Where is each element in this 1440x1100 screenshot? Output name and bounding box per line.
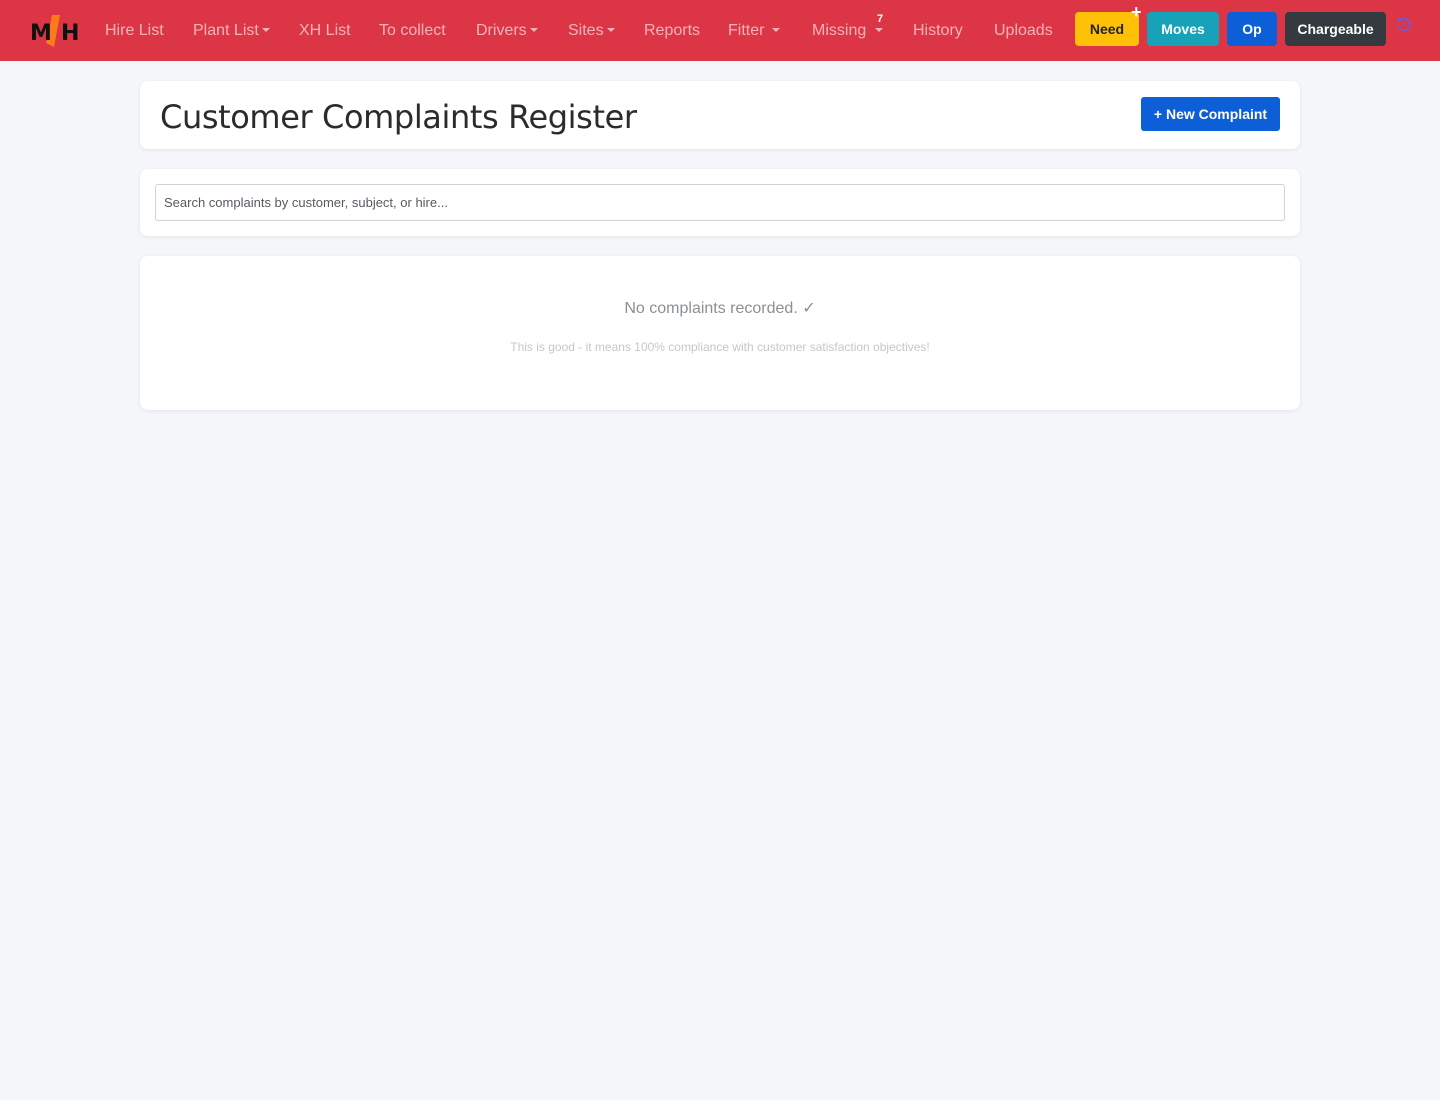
nav-to-collect-label: To collect: [379, 22, 446, 39]
missing-count-badge: 7: [877, 13, 884, 25]
moves-button[interactable]: Moves: [1147, 12, 1219, 46]
search-card: [140, 169, 1300, 236]
top-navbar: M H Hire List Plant List XH List To coll…: [0, 0, 1440, 61]
nav-reports-label: Reports: [644, 22, 701, 39]
nav-xh-list[interactable]: XH List: [299, 19, 351, 43]
nav-plant-list-label: Plant List: [193, 22, 259, 39]
empty-state-subtitle: This is good - it means 100% compliance …: [510, 340, 930, 354]
new-complaint-button[interactable]: + New Complaint: [1141, 97, 1280, 131]
svg-text:M: M: [30, 21, 52, 46]
nav-drivers[interactable]: Drivers: [476, 19, 538, 43]
nav-fitter-label: Fitter: [728, 22, 765, 39]
plus-icon[interactable]: +: [1131, 3, 1142, 21]
nav-plant-list[interactable]: Plant List: [193, 19, 270, 43]
nav-history-label: History: [913, 22, 963, 39]
caret-down-icon: [261, 28, 270, 32]
op-button[interactable]: Op: [1227, 12, 1277, 46]
caret-down-icon: [606, 28, 615, 32]
nav-drivers-label: Drivers: [476, 22, 527, 39]
nav-history[interactable]: History: [913, 19, 963, 43]
header-card: Customer Complaints Register + New Compl…: [140, 81, 1300, 149]
search-input[interactable]: [155, 184, 1285, 221]
nav-sites[interactable]: Sites: [568, 19, 615, 43]
nav-sites-label: Sites: [568, 22, 604, 39]
chargeable-button[interactable]: Chargeable: [1285, 12, 1386, 46]
svg-text:H: H: [61, 21, 79, 46]
nav-hire-list[interactable]: Hire List: [105, 19, 164, 43]
nav-missing-label: Missing: [812, 22, 867, 39]
caret-down-icon: [529, 28, 538, 32]
nav-missing[interactable]: Missing: [812, 19, 884, 43]
nav-uploads[interactable]: Uploads: [994, 19, 1053, 43]
nav-fitter[interactable]: Fitter: [728, 19, 781, 43]
nav-xh-list-label: XH List: [299, 22, 351, 39]
need-button[interactable]: Need: [1075, 12, 1139, 46]
complaints-list-card: No complaints recorded. ✓ This is good -…: [140, 256, 1300, 410]
caret-down-icon: [875, 28, 884, 32]
nav-to-collect[interactable]: To collect: [379, 19, 446, 43]
empty-state-title: No complaints recorded. ✓: [624, 300, 816, 317]
page-title: Customer Complaints Register: [160, 98, 637, 136]
caret-down-icon: [772, 28, 781, 32]
history-icon[interactable]: [1396, 16, 1412, 32]
company-logo[interactable]: M H: [30, 13, 82, 49]
nav-uploads-label: Uploads: [994, 22, 1053, 39]
nav-hire-list-label: Hire List: [105, 22, 164, 39]
nav-reports[interactable]: Reports: [644, 19, 700, 43]
